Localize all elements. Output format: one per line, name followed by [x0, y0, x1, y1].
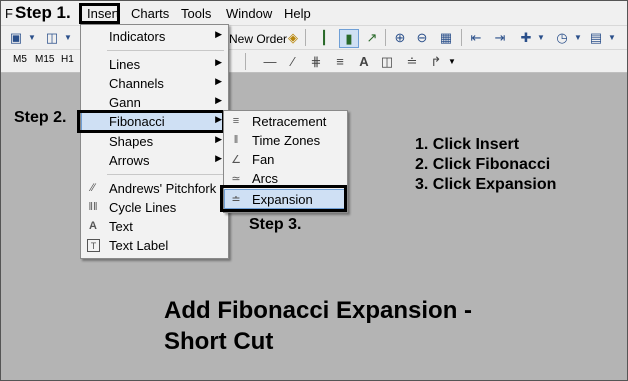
retracement-icon: ≡	[232, 115, 240, 127]
time-zones-icon: ‖	[233, 134, 239, 146]
periods-dropdown-icon[interactable]: ▼	[569, 29, 587, 46]
app-window: F Step 1. Insert Charts Tools Window Hel…	[0, 0, 628, 381]
fibonacci-icon[interactable]: ≡	[331, 53, 349, 70]
toolbar-divider	[245, 53, 246, 70]
expert-advisors-icon[interactable]: ◈	[284, 29, 302, 46]
instruction-line-3: 3. Click Expansion	[415, 176, 557, 193]
cycle-lines-icon: ‖‖	[88, 201, 98, 213]
templates-dropdown-icon[interactable]: ▼	[603, 29, 621, 46]
menu-charts[interactable]: Charts	[131, 6, 169, 21]
insert-menu-item-text-label[interactable]: T Text Label	[81, 236, 228, 255]
insert-menu-item-arrows[interactable]: Arrows ▶	[81, 151, 228, 170]
menu-item-label: Lines	[109, 57, 141, 72]
fib-menu-item-fan[interactable]: ∠ Fan	[224, 150, 347, 169]
pitchfork-icon: ∕∕	[91, 182, 95, 194]
menu-item-label: Andrews' Pitchfork	[109, 181, 217, 196]
step1-label: Step 1.	[15, 3, 71, 22]
horizontal-line-icon[interactable]: —	[261, 53, 279, 70]
profiles-dropdown-icon[interactable]: ▼	[59, 29, 77, 46]
text-tool-icon[interactable]: A	[355, 53, 373, 70]
insert-menu-item-channels[interactable]: Channels ▶	[81, 74, 228, 93]
insert-menu-item-lines[interactable]: Lines ▶	[81, 55, 228, 74]
indicators-dropdown-icon[interactable]: ▼	[532, 29, 550, 46]
chart-shift-icon[interactable]: ⇤	[467, 29, 485, 46]
candlestick-icon[interactable]: ▮	[339, 29, 359, 48]
autoscroll-icon[interactable]: ⇥	[491, 29, 509, 46]
menu-separator	[107, 50, 224, 51]
tutorial-title-line-2: Short Cut	[164, 328, 274, 355]
insert-menu-item-shapes[interactable]: Shapes ▶	[81, 132, 228, 151]
bar-chart-icon[interactable]: ┃	[315, 29, 333, 46]
submenu-arrow-icon: ▶	[215, 57, 222, 67]
menu-item-label: Retracement	[252, 114, 327, 129]
insert-menu-item-cycle-lines[interactable]: ‖‖ Cycle Lines	[81, 198, 228, 217]
fan-icon: ∠	[231, 153, 241, 166]
menu-item-label: Fan	[252, 152, 275, 167]
fib-menu-item-time-zones[interactable]: ‖ Time Zones	[224, 131, 347, 150]
insert-menu-item-text[interactable]: A Text	[81, 217, 228, 236]
menu-separator	[107, 174, 224, 175]
tutorial-title-line-1: Add Fibonacci Expansion -	[164, 297, 473, 324]
zoom-out-icon[interactable]: ⊖	[413, 29, 431, 46]
toolbar-divider	[305, 29, 306, 46]
instruction-line-1: 1. Click Insert	[415, 136, 520, 153]
step2-label: Step 2.	[14, 109, 67, 126]
menu-item-label: Arcs	[252, 171, 278, 186]
toolbar-divider	[385, 29, 386, 46]
timeframe-m15[interactable]: M15	[35, 54, 54, 65]
submenu-arrow-icon: ▶	[215, 76, 222, 86]
menu-item-label: Time Zones	[252, 133, 321, 148]
menu-item-label: Cycle Lines	[109, 200, 177, 215]
file-menu-fragment[interactable]: F	[5, 6, 13, 21]
instruction-line-2: 2. Click Fibonacci	[415, 156, 551, 173]
timeframe-m5[interactable]: M5	[13, 54, 27, 65]
menu-window[interactable]: Window	[226, 6, 272, 21]
submenu-arrow-icon: ▶	[215, 95, 222, 105]
fibonacci-highlight-box	[77, 110, 225, 133]
submenu-arrow-icon: ▶	[215, 134, 222, 144]
insert-menu-item-indicators[interactable]: Indicators ▶	[81, 27, 228, 46]
line-chart-icon[interactable]: ↗	[363, 29, 381, 46]
text-label-tool-icon[interactable]: ◫	[378, 53, 396, 70]
text-icon: A	[89, 220, 97, 232]
timeframe-h1[interactable]: H1	[61, 54, 74, 65]
menu-item-label: Arrows	[109, 153, 150, 168]
new-order-button[interactable]: New Order	[229, 32, 287, 46]
step3-label: Step 3.	[249, 216, 302, 233]
expansion-highlight-box	[220, 185, 347, 212]
menu-item-label: Text Label	[109, 238, 169, 253]
menu-item-label: Shapes	[109, 134, 154, 149]
fibo-expansion-tool-icon[interactable]: ≐	[403, 53, 421, 70]
menu-item-label: Gann	[109, 95, 141, 110]
menu-item-label: Channels	[109, 76, 164, 91]
insert-menu: Indicators ▶ Lines ▶ Channels ▶ Gann ▶ F…	[80, 24, 229, 259]
zoom-in-icon[interactable]: ⊕	[391, 29, 409, 46]
menu-tools[interactable]: Tools	[181, 6, 211, 21]
menu-item-label: Indicators	[109, 29, 166, 44]
submenu-arrow-icon: ▶	[215, 29, 222, 39]
submenu-arrow-icon: ▶	[215, 153, 222, 163]
insert-menu-item-andrews-pitchfork[interactable]: ∕∕ Andrews' Pitchfork	[81, 179, 228, 198]
arrows-dropdown-icon[interactable]: ▼	[443, 53, 461, 70]
channel-icon[interactable]: ⋕	[307, 53, 325, 70]
toolbar-divider	[461, 29, 462, 46]
menu-bar: F Step 1. Insert Charts Tools Window Hel…	[1, 1, 627, 25]
arcs-icon: ≃	[231, 172, 241, 185]
trendline-icon[interactable]: ∕	[284, 53, 302, 70]
new-chart-dropdown-icon[interactable]: ▼	[23, 29, 41, 46]
menu-help[interactable]: Help	[284, 6, 311, 21]
insert-highlight-box	[79, 3, 120, 24]
fib-menu-item-retracement[interactable]: ≡ Retracement	[224, 112, 347, 131]
text-label-icon: T	[87, 239, 100, 252]
menu-item-label: Text	[109, 219, 133, 234]
tile-windows-icon[interactable]: ▦	[437, 29, 455, 46]
